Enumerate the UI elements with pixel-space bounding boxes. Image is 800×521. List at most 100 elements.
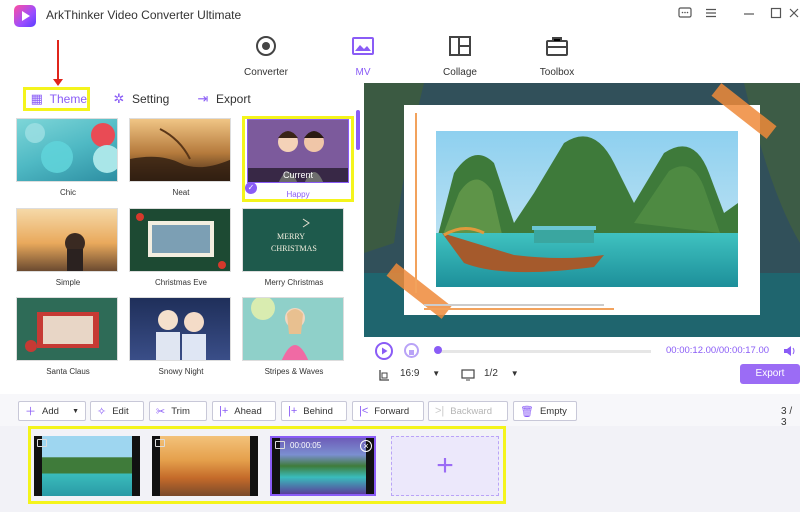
play-icon [382, 347, 388, 355]
chevron-down-icon: ▼ [510, 369, 519, 378]
tab-setting[interactable]: ✲ Setting [112, 87, 170, 111]
theme-santa-claus-thumb [16, 297, 118, 361]
close-icon[interactable]: × [360, 440, 372, 452]
current-tag: Current [248, 168, 348, 182]
theme-happy-label: Happy [286, 190, 310, 199]
forward-label: Forward [374, 405, 410, 417]
edit-icon: ✧ [97, 405, 107, 418]
time-total: 00:00:17.00 [718, 345, 770, 356]
theme-grid-icon: ▦ [30, 91, 43, 106]
theme-neat-thumb [129, 118, 231, 182]
volume-icon[interactable] [782, 344, 796, 358]
add-label: Add [42, 405, 59, 417]
collage-icon [449, 36, 471, 56]
theme-simple[interactable]: Simple [16, 208, 120, 287]
theme-chic[interactable]: Chic [16, 118, 120, 197]
clip-3[interactable]: 00:00:05 × [270, 436, 376, 496]
clip-3-duration: 00:00:05 [290, 441, 322, 450]
theme-merry-christmas[interactable]: MERRY CHRISTMAS Merry Christmas [242, 208, 346, 287]
progress-track[interactable] [437, 350, 651, 353]
theme-christmas-eve[interactable]: Christmas Eve [129, 208, 233, 287]
forward-icon: |< [359, 405, 369, 417]
play-button[interactable] [375, 342, 393, 360]
video-icon [155, 439, 165, 447]
tab-export[interactable]: ⇥ Export [196, 87, 251, 111]
nav-toolbox-label: Toolbox [539, 67, 575, 78]
app-title: ArkThinker Video Converter Ultimate [46, 8, 242, 22]
backward-label: Backward [450, 405, 492, 417]
theme-snowy-night-label: Snowy Night [158, 367, 204, 376]
progress-knob[interactable] [434, 346, 442, 354]
export-button[interactable]: Export [740, 364, 800, 384]
svg-text:CHRISTMAS: CHRISTMAS [271, 244, 317, 253]
close-icon[interactable] [786, 6, 800, 22]
video-icon [37, 439, 47, 447]
nav-converter[interactable]: Converter [221, 34, 311, 78]
theme-santa-claus[interactable]: Santa Claus [16, 297, 120, 376]
forward-button[interactable]: |< Forward [352, 401, 424, 421]
theme-snowy-night[interactable]: Snowy Night [129, 297, 233, 376]
theme-happy-thumb: Current [247, 119, 349, 183]
tab-theme-label: Theme [49, 92, 87, 106]
aspect-ratio-icon [378, 368, 390, 381]
theme-chic-thumb [16, 118, 118, 182]
tab-export-label: Export [216, 92, 251, 106]
time-display: 00:00:12.00/00:00:17.00 [666, 345, 770, 356]
trim-button[interactable]: ✂ Trim [149, 401, 207, 421]
timeline: 00:00:05 × + [0, 426, 800, 521]
bottom-strip [0, 512, 800, 521]
theme-neat-label: Neat [172, 188, 190, 197]
nav-mv[interactable]: MV [318, 34, 408, 78]
nav-converter-label: Converter [244, 67, 288, 78]
page-value: 1/2 [484, 368, 498, 379]
clip-1[interactable] [34, 436, 140, 496]
behind-label: Behind [303, 405, 333, 417]
nav-collage[interactable]: Collage [415, 34, 505, 78]
page-select[interactable]: 1/2 ▼ [484, 368, 519, 379]
app-logo-icon [14, 5, 36, 27]
subtabs: ▦ Theme ✲ Setting ⇥ Export [8, 84, 364, 114]
nav-collage-label: Collage [443, 67, 477, 78]
stop-button[interactable] [404, 343, 419, 358]
menu-icon[interactable] [703, 6, 719, 22]
theme-stripes-waves[interactable]: Stripes & Waves [242, 297, 346, 376]
trim-label: Trim [171, 405, 190, 417]
theme-scrollbar[interactable] [356, 110, 360, 150]
clips-highlight: 00:00:05 × + [28, 426, 506, 504]
toolbox-icon [546, 37, 568, 56]
behind-button[interactable]: |+ Behind [281, 401, 347, 421]
annotation-arrow [53, 40, 63, 86]
clip-2[interactable] [152, 436, 258, 496]
theme-santa-claus-label: Santa Claus [46, 367, 90, 376]
theme-neat[interactable]: Neat [129, 118, 233, 197]
edit-button[interactable]: ✧ Edit [90, 401, 144, 421]
nav-mv-label: MV [355, 67, 371, 78]
nav-toolbox[interactable]: Toolbox [512, 34, 602, 78]
export-icon: ⇥ [197, 91, 209, 106]
chevron-down-icon: ▼ [432, 369, 441, 378]
tab-theme[interactable]: ▦ Theme [23, 87, 90, 111]
aspect-ratio-select[interactable]: 16:9 ▼ [400, 368, 440, 379]
gear-icon: ✲ [113, 91, 125, 106]
theme-merry-christmas-label: Merry Christmas [264, 278, 324, 287]
theme-merry-christmas-thumb: MERRY CHRISTMAS [242, 208, 344, 272]
maximize-icon[interactable] [768, 6, 784, 22]
add-button[interactable]: ＋ Add ▼ [18, 401, 86, 421]
plus-icon: + [436, 449, 454, 482]
scissors-icon: ✂ [156, 405, 166, 418]
backward-button[interactable]: >| Backward [428, 401, 508, 421]
theme-christmas-eve-label: Christmas Eve [154, 278, 207, 287]
time-current: 00:00:12.00 [666, 345, 717, 356]
edit-label: Edit [112, 405, 129, 417]
minimize-icon[interactable] [741, 6, 757, 22]
ahead-button[interactable]: |+ Ahead [212, 401, 276, 421]
aspect-ratio-value: 16:9 [400, 368, 420, 379]
video-preview [364, 83, 800, 337]
add-clip-button[interactable]: + [391, 436, 499, 496]
empty-button[interactable]: 🗑 Empty [513, 401, 577, 421]
theme-simple-label: Simple [55, 278, 81, 287]
backward-icon: >| [435, 405, 445, 417]
theme-simple-thumb [16, 208, 118, 272]
feedback-icon[interactable] [677, 6, 693, 22]
theme-snowy-night-thumb [129, 297, 231, 361]
